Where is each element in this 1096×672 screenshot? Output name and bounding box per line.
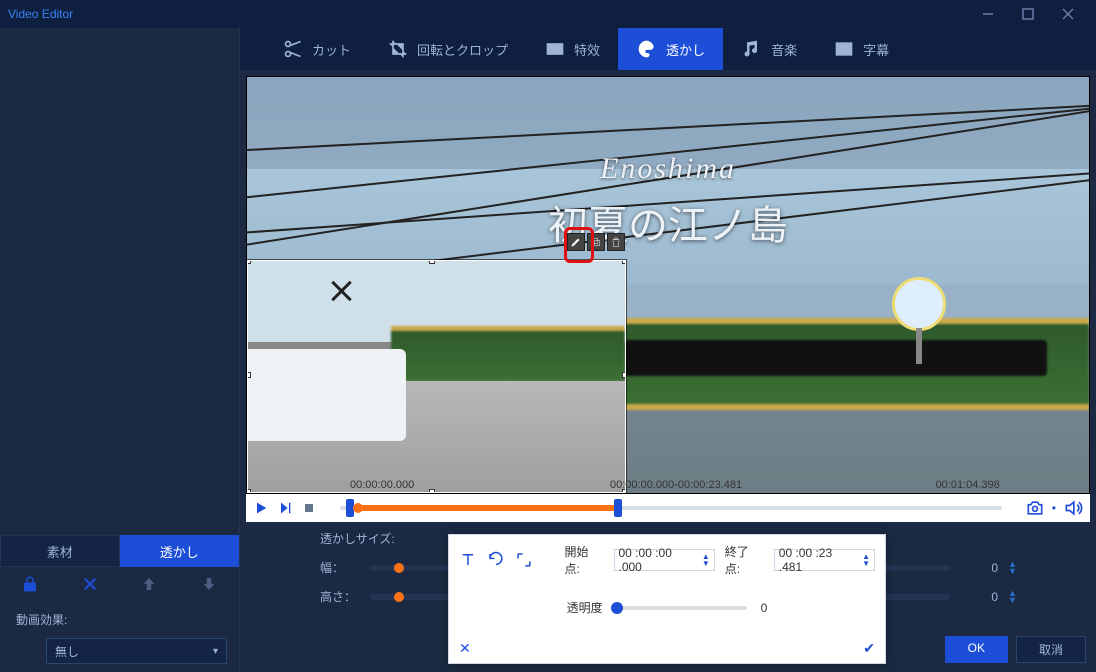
play-button[interactable] — [252, 499, 270, 517]
resize-handle[interactable] — [429, 489, 435, 493]
watermark-popup: 開始点: 00 :00 :00 .000 ▲▼ 終了点: 00 :00 :23 … — [448, 534, 886, 664]
arrow-up-icon[interactable] — [140, 575, 158, 593]
maximize-button[interactable] — [1008, 0, 1048, 28]
divider-dot: • — [1052, 501, 1056, 515]
left-panel: 素材 透かし 動画効果: 無し — [0, 28, 240, 672]
resize-handle[interactable] — [247, 489, 251, 493]
opacity-slider[interactable] — [617, 606, 747, 610]
crop-icon — [387, 38, 409, 60]
tab-label: 音楽 — [771, 40, 797, 59]
tab-rotate-crop[interactable]: 回転とクロップ — [369, 28, 526, 70]
video-preview[interactable]: Enoshima 初夏の江ノ島 — [246, 76, 1090, 494]
subtitle-icon — [833, 38, 855, 60]
snapshot-button[interactable] — [1024, 497, 1046, 519]
picture-in-picture[interactable] — [247, 260, 626, 493]
end-point-label: 終了点: — [725, 543, 764, 577]
crossing-sign-icon — [331, 280, 351, 300]
overlay-mini-toolbar — [567, 233, 625, 251]
stop-button[interactable] — [300, 499, 318, 517]
popup-confirm-icon[interactable]: ✔ — [863, 640, 875, 657]
tab-subtitle[interactable]: 字幕 — [815, 28, 907, 70]
volume-button[interactable] — [1062, 497, 1084, 519]
tc-range-label: 00:00:00.000-00:00:23.481 — [610, 479, 742, 491]
resize-handle[interactable] — [247, 372, 251, 378]
start-time-stepper[interactable]: ▲▼ — [702, 553, 710, 567]
edit-icon[interactable] — [567, 233, 585, 251]
timeline-bar[interactable]: 00:00:00.000 00:00:00.000-00:00:23.481 0… — [330, 497, 1012, 519]
app-title: Video Editor — [8, 7, 968, 21]
cancel-button[interactable]: 取消 — [1016, 636, 1086, 663]
tab-label: 透かし — [666, 40, 705, 59]
start-time-field[interactable]: 00 :00 :00 .000 ▲▼ — [614, 549, 715, 571]
tab-watermark[interactable]: 透かし — [618, 28, 723, 70]
close-x-icon[interactable] — [81, 575, 99, 593]
tab-label: カット — [312, 40, 351, 59]
traffic-mirror — [892, 277, 946, 331]
playhead[interactable] — [353, 503, 363, 513]
reset-icon[interactable] — [487, 551, 505, 569]
action-row — [0, 567, 239, 601]
height-value: 0 — [970, 590, 998, 604]
music-icon — [741, 38, 763, 60]
train — [567, 318, 1089, 410]
height-label: 高さ： — [320, 588, 360, 605]
trim-handle-right[interactable] — [614, 499, 622, 517]
ok-button[interactable]: OK — [945, 636, 1008, 663]
width-value: 0 — [970, 561, 998, 575]
step-forward-button[interactable] — [276, 499, 294, 517]
tab-music[interactable]: 音楽 — [723, 28, 815, 70]
tab-watermark[interactable]: 透かし — [120, 535, 240, 567]
film-icon — [544, 38, 566, 60]
height-stepper[interactable]: ▲▼ — [1008, 590, 1020, 604]
resize-handle[interactable] — [622, 372, 626, 378]
resize-handle[interactable] — [429, 260, 435, 264]
tc-start-label: 00:00:00.000 — [350, 479, 414, 491]
end-time-value: 00 :00 :23 .481 — [779, 546, 858, 574]
arrow-down-icon[interactable] — [200, 575, 218, 593]
overlay-title-en: Enoshima — [600, 152, 736, 186]
top-tab-bar: カット 回転とクロップ 特效 透かし 音楽 字幕 — [240, 28, 1096, 70]
delete-icon[interactable] — [607, 233, 625, 251]
resize-handle[interactable] — [622, 260, 626, 264]
tab-material[interactable]: 素材 — [0, 535, 120, 567]
tab-effect[interactable]: 特效 — [526, 28, 618, 70]
width-label: 幅： — [320, 559, 360, 576]
palette-icon — [636, 38, 658, 60]
section-video-effect: 動画効果: — [0, 601, 239, 638]
start-time-value: 00 :00 :00 .000 — [619, 546, 698, 574]
scissors-icon — [282, 38, 304, 60]
effect-dropdown-value: 無し — [55, 643, 79, 660]
opacity-label: 透明度 — [567, 599, 603, 616]
tab-label: 回転とクロップ — [417, 40, 508, 59]
duplicate-icon[interactable] — [587, 233, 605, 251]
close-button[interactable] — [1048, 0, 1088, 28]
minimize-button[interactable] — [968, 0, 1008, 28]
tab-label: 字幕 — [863, 40, 889, 59]
lock-icon[interactable] — [21, 575, 39, 593]
selection-range[interactable] — [350, 505, 622, 511]
effect-dropdown[interactable]: 無し — [46, 638, 227, 664]
popup-cancel-icon[interactable]: ✕ — [459, 640, 471, 657]
left-tabs: 素材 透かし — [0, 535, 239, 567]
tab-label: 特效 — [574, 40, 600, 59]
text-tool-icon[interactable] — [459, 551, 477, 569]
player-controls: 00:00:00.000 00:00:00.000-00:00:23.481 0… — [246, 494, 1090, 522]
tab-cut[interactable]: カット — [264, 28, 369, 70]
width-stepper[interactable]: ▲▼ — [1008, 561, 1020, 575]
end-time-field[interactable]: 00 :00 :23 .481 ▲▼ — [774, 549, 875, 571]
title-bar: Video Editor — [0, 0, 1096, 28]
end-time-stepper[interactable]: ▲▼ — [862, 553, 870, 567]
fullscreen-icon[interactable] — [515, 551, 533, 569]
resize-handle[interactable] — [247, 260, 251, 264]
start-point-label: 開始点: — [564, 543, 603, 577]
tc-total-label: 00:01:04.398 — [936, 479, 1000, 491]
opacity-value: 0 — [761, 601, 768, 615]
